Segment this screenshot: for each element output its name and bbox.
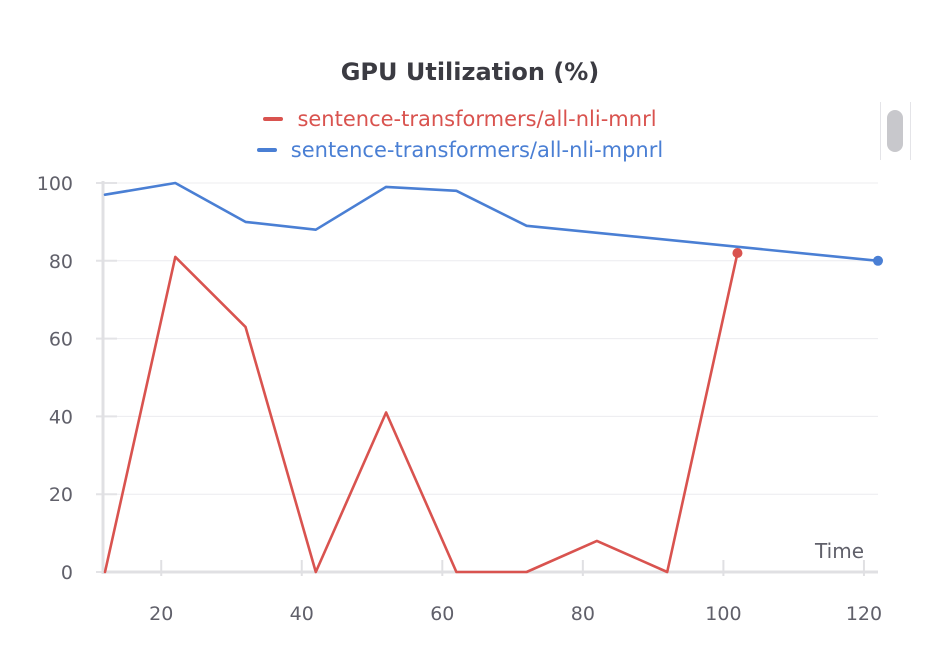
y-tick-label-40: 40 [49,406,73,428]
x-tick-label-120: 120 [846,603,882,625]
x-tick-label-80: 80 [571,603,595,625]
axes [96,181,878,576]
x-tick-label-60: 60 [430,603,454,625]
series-line-1 [103,181,880,263]
tick-labels: 0 20 40 60 80 100 20 40 60 80 100 120 [37,173,882,625]
series-line-0 [103,251,739,574]
chart-panel: GPU Utilization (%) sentence-transformer… [0,0,940,652]
y-tick-label-0: 0 [61,562,73,584]
series-endpoint-0 [732,248,743,259]
y-tick-label-20: 20 [49,484,73,506]
y-tick-label-80: 80 [49,251,73,273]
x-axis-title: Time [814,539,864,563]
x-tick-label-20: 20 [149,603,173,625]
grid-lines [103,182,878,495]
series-endpoint-1 [873,255,883,266]
y-tick-label-100: 100 [37,173,73,195]
x-tick-label-40: 40 [290,603,314,625]
line-chart-svg: 0 20 40 60 80 100 20 40 60 80 100 120 Time [37,173,883,625]
series-lines [103,181,883,574]
y-tick-label-60: 60 [49,329,73,351]
x-tick-label-100: 100 [705,603,741,625]
